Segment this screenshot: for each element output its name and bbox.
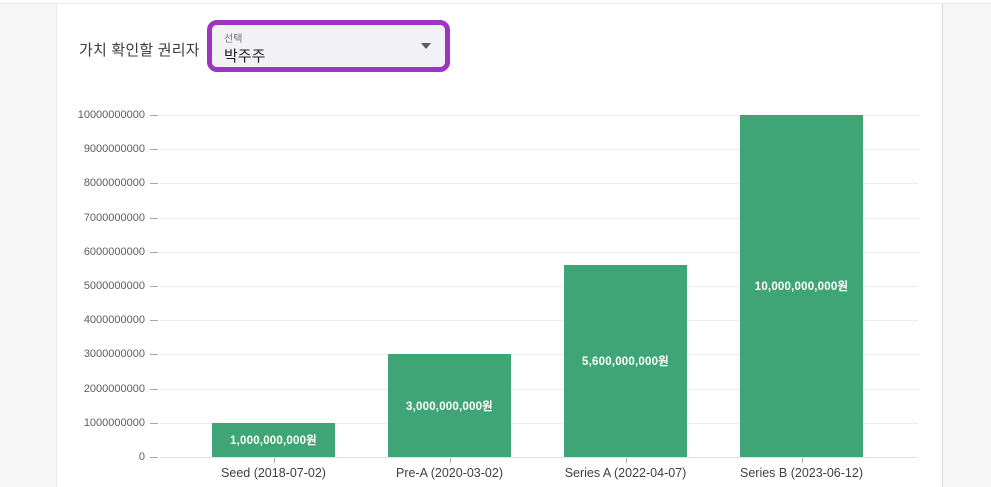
rights-holder-label: 가치 확인할 권리자 — [79, 39, 200, 60]
y-tick-mark — [150, 423, 158, 424]
y-tick-mark — [150, 354, 158, 355]
bar: 1,000,000,000원 — [212, 423, 335, 457]
x-tick-mark — [802, 458, 803, 463]
y-tick-label: 1000000000 — [57, 416, 145, 430]
y-tick-mark — [150, 286, 158, 287]
x-axis-label: Pre-A (2020-03-02) — [362, 466, 538, 480]
y-tick-label: 4000000000 — [57, 313, 145, 327]
y-tick-label: 6000000000 — [57, 245, 145, 259]
y-tick-label: 7000000000 — [57, 211, 145, 225]
y-tick-label: 3000000000 — [57, 347, 145, 361]
y-tick-mark — [150, 252, 158, 253]
select-floating-label: 선택 — [224, 30, 242, 45]
bar: 5,600,000,000원 — [564, 265, 687, 457]
bar-value-label: 3,000,000,000원 — [406, 398, 493, 414]
y-tick-label: 8000000000 — [57, 176, 145, 190]
right-gutter — [942, 4, 991, 487]
y-tick-mark — [150, 115, 158, 116]
bar-value-label: 10,000,000,000원 — [755, 278, 849, 294]
chevron-down-icon — [421, 43, 431, 49]
x-tick-mark — [450, 458, 451, 463]
y-tick-label: 2000000000 — [57, 382, 145, 396]
y-tick-mark — [150, 457, 158, 458]
bar-value-label: 1,000,000,000원 — [230, 432, 317, 448]
y-tick-mark — [150, 320, 158, 321]
y-tick-mark — [150, 218, 158, 219]
x-tick-mark — [626, 458, 627, 463]
highlight-ring: 선택 박주주 — [207, 20, 450, 72]
bar: 3,000,000,000원 — [388, 354, 511, 457]
y-tick-mark — [150, 149, 158, 150]
valuation-bar-chart: 0 1000000000 2000000000 3000000000 400000000… — [57, 105, 942, 487]
bar: 10,000,000,000원 — [740, 115, 863, 457]
y-tick-label: 0 — [57, 450, 145, 464]
x-tick-mark — [274, 458, 275, 463]
y-tick-mark — [150, 389, 158, 390]
y-tick-mark — [150, 183, 158, 184]
y-tick-label: 10000000000 — [57, 108, 145, 122]
bar-value-label: 5,600,000,000원 — [582, 353, 669, 369]
x-axis-label: Series A (2022-04-07) — [538, 466, 714, 480]
y-tick-label: 9000000000 — [57, 142, 145, 156]
x-axis-label: Seed (2018-07-02) — [186, 466, 362, 480]
x-axis-label: Series B (2023-06-12) — [714, 466, 890, 480]
y-tick-label: 5000000000 — [57, 279, 145, 293]
select-value: 박주주 — [224, 45, 265, 66]
top-divider — [0, 3, 991, 4]
rights-holder-select[interactable]: 선택 박주주 — [212, 25, 445, 67]
left-gutter — [0, 4, 57, 487]
